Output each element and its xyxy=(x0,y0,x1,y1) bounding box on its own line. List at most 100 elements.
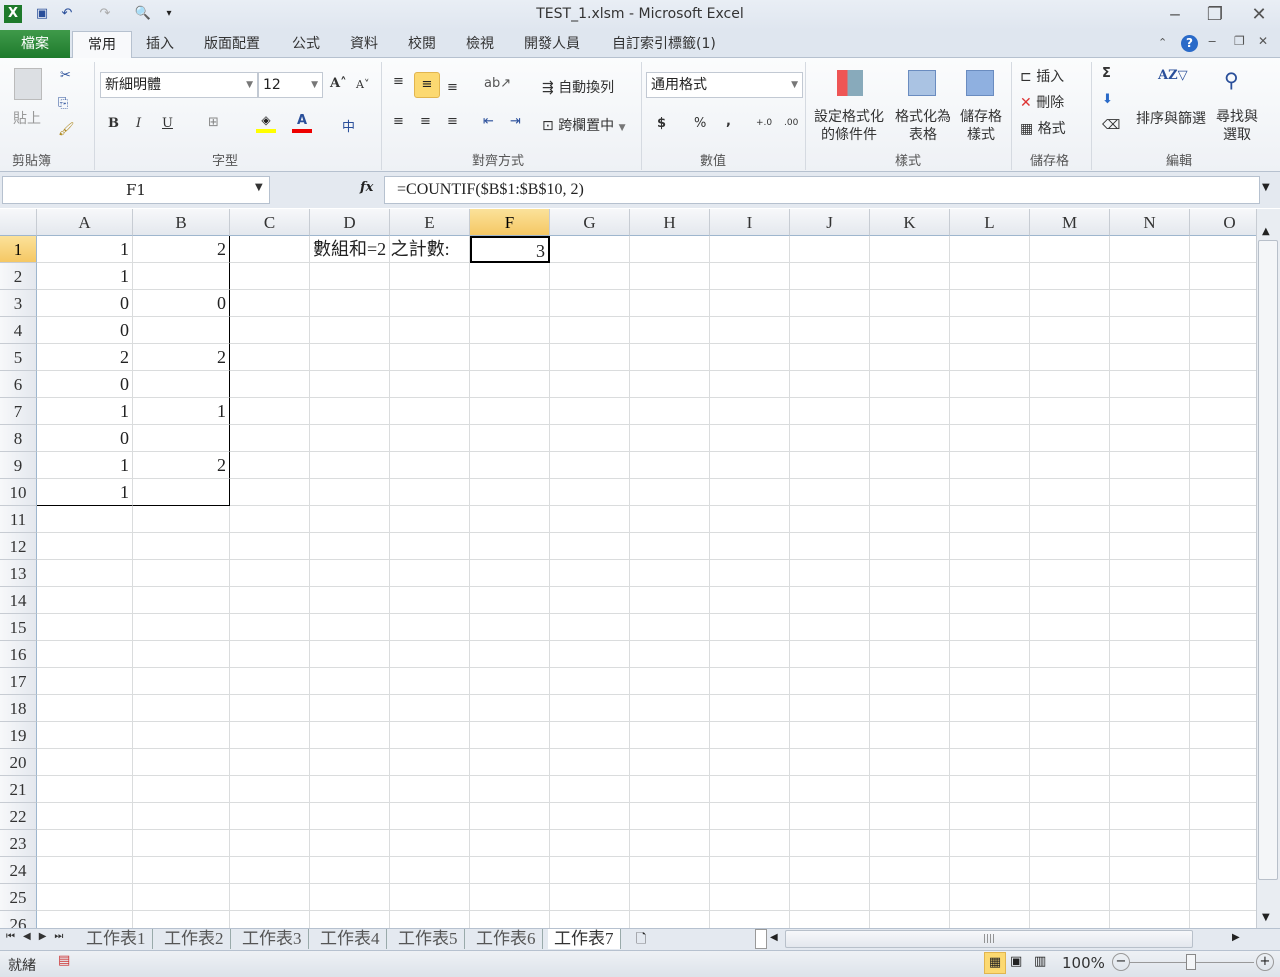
row-header-2[interactable]: 2 xyxy=(0,263,37,290)
cell-L19[interactable] xyxy=(950,722,1030,749)
cell-N17[interactable] xyxy=(1110,668,1190,695)
name-box[interactable]: F1 xyxy=(2,176,270,204)
cell-N24[interactable] xyxy=(1110,857,1190,884)
cell-A17[interactable] xyxy=(37,668,133,695)
cell-F8[interactable] xyxy=(470,425,550,452)
cell-N11[interactable] xyxy=(1110,506,1190,533)
row-header-25[interactable]: 25 xyxy=(0,884,37,911)
cell-J6[interactable] xyxy=(790,371,870,398)
tab-data[interactable]: 資料 xyxy=(338,32,390,58)
cell-N5[interactable] xyxy=(1110,344,1190,371)
cell-C16[interactable] xyxy=(230,641,310,668)
cell-J23[interactable] xyxy=(790,830,870,857)
cell-E9[interactable] xyxy=(390,452,470,479)
cell-I4[interactable] xyxy=(710,317,790,344)
cell-D20[interactable] xyxy=(310,749,390,776)
cell-F18[interactable] xyxy=(470,695,550,722)
cell-A19[interactable] xyxy=(37,722,133,749)
cell-E18[interactable] xyxy=(390,695,470,722)
underline-button[interactable]: U xyxy=(162,116,173,131)
cell-C5[interactable] xyxy=(230,344,310,371)
cell-H25[interactable] xyxy=(630,884,710,911)
cell-K1[interactable] xyxy=(870,236,950,263)
cell-A2[interactable]: 1 xyxy=(37,263,133,290)
cell-J17[interactable] xyxy=(790,668,870,695)
cell-L21[interactable] xyxy=(950,776,1030,803)
cell-F19[interactable] xyxy=(470,722,550,749)
cell-K10[interactable] xyxy=(870,479,950,506)
cell-M19[interactable] xyxy=(1030,722,1110,749)
bold-button[interactable]: B xyxy=(108,116,119,131)
cell-L6[interactable] xyxy=(950,371,1030,398)
cell-C7[interactable] xyxy=(230,398,310,425)
cell-D9[interactable] xyxy=(310,452,390,479)
cell-D19[interactable] xyxy=(310,722,390,749)
formula-input[interactable]: =COUNTIF($B$1:$B$10, 2) xyxy=(384,176,1260,204)
cell-N16[interactable] xyxy=(1110,641,1190,668)
cell-H18[interactable] xyxy=(630,695,710,722)
cell-K8[interactable] xyxy=(870,425,950,452)
cell-D15[interactable] xyxy=(310,614,390,641)
cell-I24[interactable] xyxy=(710,857,790,884)
format-cells-button[interactable]: ▦ 格式 xyxy=(1020,118,1066,138)
cell-C14[interactable] xyxy=(230,587,310,614)
cell-C6[interactable] xyxy=(230,371,310,398)
cell-C15[interactable] xyxy=(230,614,310,641)
cell-K23[interactable] xyxy=(870,830,950,857)
cell-L12[interactable] xyxy=(950,533,1030,560)
page-break-view-icon[interactable]: ▥ xyxy=(1034,954,1046,969)
cell-M20[interactable] xyxy=(1030,749,1110,776)
tab-insert[interactable]: 插入 xyxy=(134,32,186,58)
cell-I10[interactable] xyxy=(710,479,790,506)
cell-B11[interactable] xyxy=(133,506,230,533)
cell-K12[interactable] xyxy=(870,533,950,560)
cell-B20[interactable] xyxy=(133,749,230,776)
cell-D1[interactable]: 數組和=2 之計數: xyxy=(310,236,450,263)
decrease-decimal-button[interactable]: .00 xyxy=(784,118,798,128)
zoom-slider-thumb[interactable] xyxy=(1186,954,1196,970)
cell-K3[interactable] xyxy=(870,290,950,317)
cell-J15[interactable] xyxy=(790,614,870,641)
cell-N3[interactable] xyxy=(1110,290,1190,317)
row-header-19[interactable]: 19 xyxy=(0,722,37,749)
help-icon[interactable]: ? xyxy=(1181,35,1198,52)
cell-H24[interactable] xyxy=(630,857,710,884)
cell-H23[interactable] xyxy=(630,830,710,857)
cell-E17[interactable] xyxy=(390,668,470,695)
cell-G1[interactable] xyxy=(550,236,630,263)
row-header-11[interactable]: 11 xyxy=(0,506,37,533)
cell-N18[interactable] xyxy=(1110,695,1190,722)
row-header-14[interactable]: 14 xyxy=(0,587,37,614)
cell-D22[interactable] xyxy=(310,803,390,830)
cell-N4[interactable] xyxy=(1110,317,1190,344)
cell-N19[interactable] xyxy=(1110,722,1190,749)
cell-H7[interactable] xyxy=(630,398,710,425)
expand-formula-bar-icon[interactable]: ▼ xyxy=(1262,182,1270,193)
cell-C19[interactable] xyxy=(230,722,310,749)
cell-A11[interactable] xyxy=(37,506,133,533)
column-header-F[interactable]: F xyxy=(470,209,550,236)
paste-icon[interactable] xyxy=(14,68,42,100)
workbook-close-icon[interactable]: ✕ xyxy=(1258,34,1268,48)
cell-M6[interactable] xyxy=(1030,371,1110,398)
cell-A14[interactable] xyxy=(37,587,133,614)
cell-N9[interactable] xyxy=(1110,452,1190,479)
cell-G15[interactable] xyxy=(550,614,630,641)
cell-D12[interactable] xyxy=(310,533,390,560)
cell-F2[interactable] xyxy=(470,263,550,290)
sheet-tab-4[interactable]: 工作表4 xyxy=(314,929,387,949)
cell-J3[interactable] xyxy=(790,290,870,317)
cell-G21[interactable] xyxy=(550,776,630,803)
insert-function-button[interactable]: fx xyxy=(360,180,373,195)
cell-K21[interactable] xyxy=(870,776,950,803)
cell-A9[interactable]: 1 xyxy=(37,452,133,479)
cell-H13[interactable] xyxy=(630,560,710,587)
cell-G7[interactable] xyxy=(550,398,630,425)
cell-G11[interactable] xyxy=(550,506,630,533)
cell-B5[interactable]: 2 xyxy=(133,344,230,371)
currency-button[interactable]: $ xyxy=(657,116,666,131)
cell-E15[interactable] xyxy=(390,614,470,641)
cell-K15[interactable] xyxy=(870,614,950,641)
row-header-21[interactable]: 21 xyxy=(0,776,37,803)
cell-D5[interactable] xyxy=(310,344,390,371)
